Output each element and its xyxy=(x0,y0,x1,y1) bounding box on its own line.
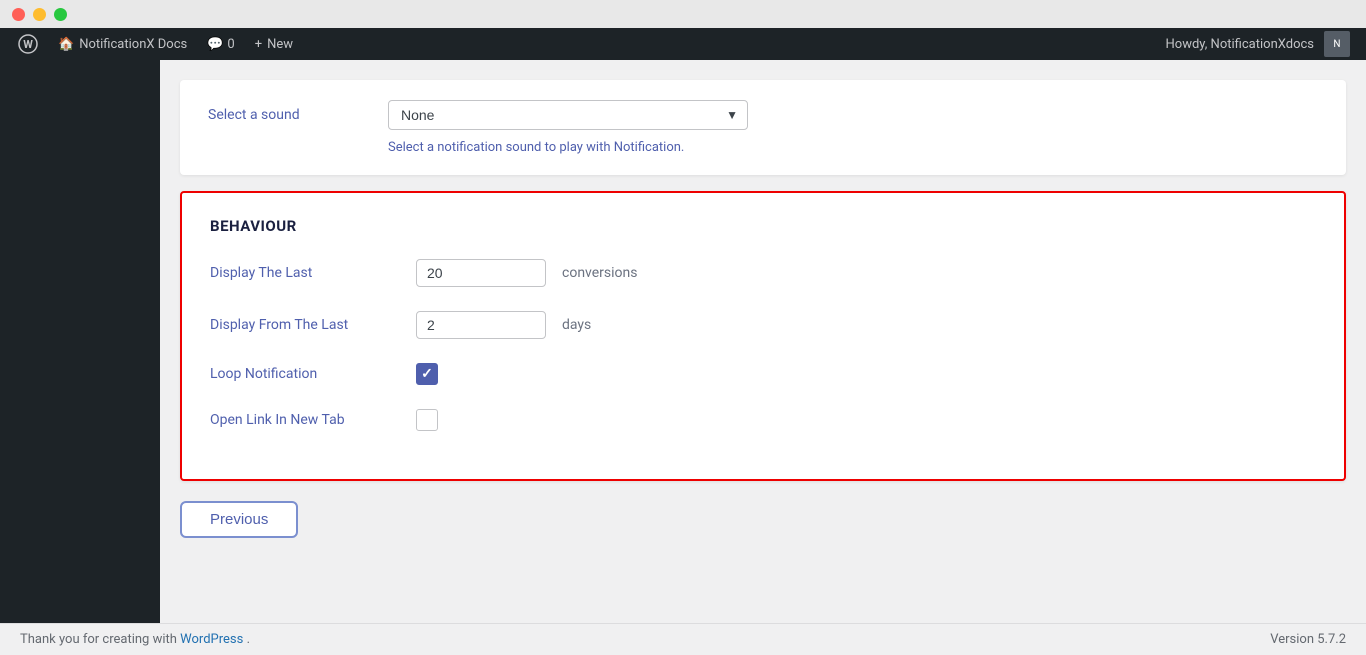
open-link-label: Open Link In New Tab xyxy=(210,412,400,428)
admin-bar: W 🏠 NotificationX Docs 💬 0 + New Howdy, … xyxy=(0,28,1366,60)
open-link-row: Open Link In New Tab xyxy=(210,409,1316,431)
home-icon: 🏠 xyxy=(58,37,74,52)
main-content: Select a sound None Beep Chime Bell ▼ Se… xyxy=(160,60,1366,655)
admin-bar-left: W 🏠 NotificationX Docs 💬 0 + New xyxy=(8,28,1166,60)
loop-notification-label: Loop Notification xyxy=(210,366,400,382)
loop-notification-row: Loop Notification xyxy=(210,363,1316,385)
version-text: Version 5.7.2 xyxy=(1270,632,1346,647)
svg-text:W: W xyxy=(23,38,33,51)
sound-label: Select a sound xyxy=(208,107,368,123)
display-from-row: Display From The Last days xyxy=(210,311,1316,339)
wordpress-link[interactable]: WordPress xyxy=(180,632,243,647)
comment-icon: 💬 xyxy=(207,37,223,52)
sound-select[interactable]: None Beep Chime Bell xyxy=(388,100,748,130)
sidebar xyxy=(0,60,160,655)
plus-icon: + xyxy=(255,37,262,52)
button-row: Previous xyxy=(180,497,1346,554)
comments-count: 0 xyxy=(227,37,234,52)
loop-notification-checkbox[interactable] xyxy=(416,363,438,385)
display-last-row: Display The Last conversions xyxy=(210,259,1316,287)
admin-bar-comments[interactable]: 💬 0 xyxy=(197,28,245,60)
site-name: NotificationX Docs xyxy=(79,37,187,52)
previous-button[interactable]: Previous xyxy=(180,501,298,538)
behaviour-title: BEHAVIOUR xyxy=(210,217,1316,235)
footer-text: Thank you for creating with WordPress . xyxy=(160,632,250,647)
behaviour-card: BEHAVIOUR Display The Last conversions D… xyxy=(180,191,1346,481)
admin-bar-right: Howdy, NotificationXdocs N xyxy=(1166,31,1358,57)
display-from-unit: days xyxy=(562,317,591,333)
page-layout: Select a sound None Beep Chime Bell ▼ Se… xyxy=(0,60,1366,655)
display-last-unit: conversions xyxy=(562,265,637,281)
sound-select-wrapper: None Beep Chime Bell ▼ xyxy=(388,100,748,130)
new-label: New xyxy=(267,37,293,52)
display-last-label: Display The Last xyxy=(210,265,400,281)
close-button[interactable] xyxy=(12,8,25,21)
display-last-input[interactable] xyxy=(416,259,546,287)
sound-section-card: Select a sound None Beep Chime Bell ▼ Se… xyxy=(180,80,1346,175)
admin-bar-new[interactable]: + New xyxy=(245,28,303,60)
admin-bar-site[interactable]: 🏠 NotificationX Docs xyxy=(48,28,197,60)
footer: Thank you for creating with WordPress . … xyxy=(160,623,1366,655)
wp-logo-icon: W xyxy=(18,34,38,54)
minimize-button[interactable] xyxy=(33,8,46,21)
open-link-checkbox[interactable] xyxy=(416,409,438,431)
sound-row: Select a sound None Beep Chime Bell ▼ xyxy=(208,100,1318,130)
howdy-text: Howdy, NotificationXdocs xyxy=(1166,37,1314,52)
maximize-button[interactable] xyxy=(54,8,67,21)
with-text: with xyxy=(160,632,180,647)
avatar[interactable]: N xyxy=(1324,31,1350,57)
footer-period: . xyxy=(247,632,250,647)
wp-logo-item[interactable]: W xyxy=(8,28,48,60)
display-from-input[interactable] xyxy=(416,311,546,339)
display-from-label: Display From The Last xyxy=(210,317,400,333)
sound-helper-text: Select a notification sound to play with… xyxy=(388,140,1318,155)
titlebar xyxy=(0,0,1366,28)
